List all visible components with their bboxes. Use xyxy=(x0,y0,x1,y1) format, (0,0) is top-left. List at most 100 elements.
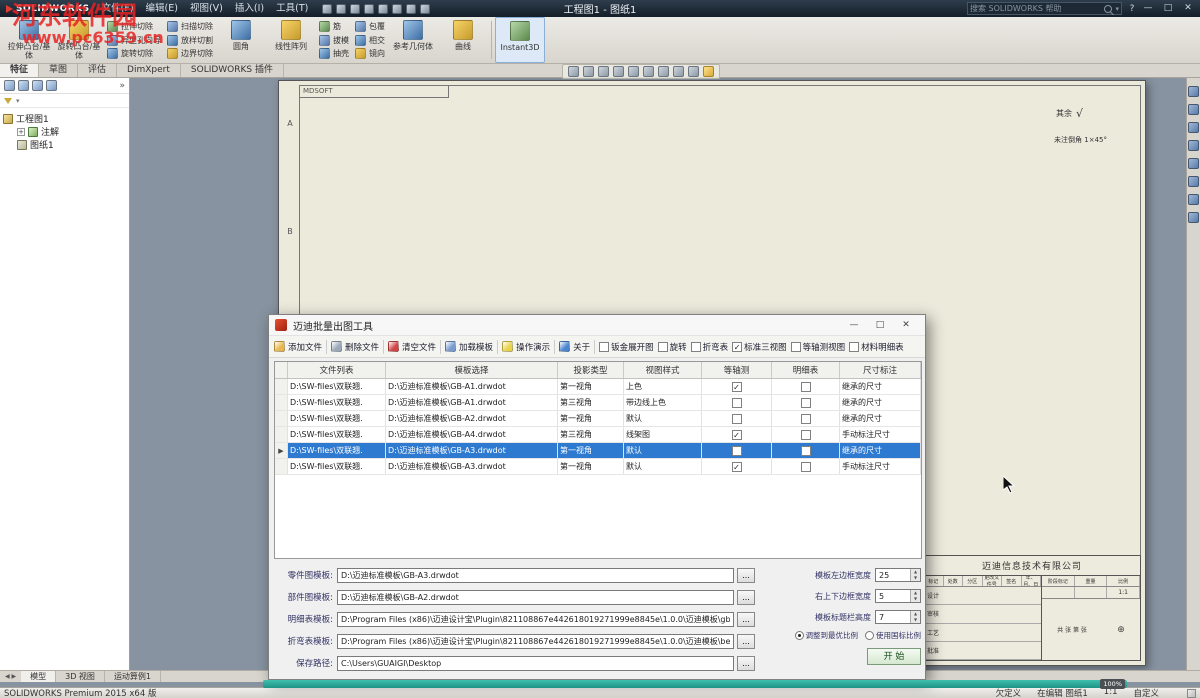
checkbox-icon[interactable] xyxy=(801,382,811,392)
spinner-down-icon[interactable]: ▼ xyxy=(911,575,920,581)
spinner-down-icon[interactable]: ▼ xyxy=(911,617,920,623)
revolve-boss-button[interactable]: 旋转凸台/基体 xyxy=(54,17,104,63)
field-input[interactable] xyxy=(337,568,734,583)
checkbox-icon[interactable] xyxy=(801,398,811,408)
undo-icon[interactable] xyxy=(378,4,388,14)
display-style-icon[interactable] xyxy=(673,66,684,77)
checkbox-icon[interactable] xyxy=(801,430,811,440)
dimxpert-manager-tab-icon[interactable] xyxy=(46,80,57,91)
radio-option[interactable]: 使用国标比例 xyxy=(865,630,921,641)
menu-item[interactable]: 工具(T) xyxy=(270,0,314,17)
dialog-title-bar[interactable]: 迈迪批量出图工具 — □ ✕ xyxy=(269,315,925,336)
extrude-cut-button[interactable]: 拉伸切除 xyxy=(107,21,161,32)
spinner-input[interactable]: 7▲▼ xyxy=(875,610,921,624)
browse-button[interactable]: ... xyxy=(737,568,755,583)
menu-item[interactable]: 编辑(E) xyxy=(140,0,184,17)
redo-icon[interactable] xyxy=(392,4,402,14)
checkbox-icon[interactable]: ✓ xyxy=(732,462,742,472)
hole-wizard-button[interactable]: 异型孔向导 xyxy=(107,35,161,46)
boundary-cut-button[interactable]: 边界切除 xyxy=(167,48,213,59)
panel-expand-icon[interactable]: » xyxy=(119,81,125,91)
section-view-icon[interactable] xyxy=(643,66,654,77)
zoom-fit-icon[interactable] xyxy=(568,66,579,77)
close-button[interactable]: ✕ xyxy=(1178,0,1198,17)
checkbox-icon[interactable] xyxy=(732,414,742,424)
reference-geometry-button[interactable]: 参考几何体 xyxy=(388,17,438,63)
curves-button[interactable]: 曲线 xyxy=(438,17,488,63)
document-tab[interactable]: 运动算例1 xyxy=(105,671,161,682)
table-row[interactable]: D:\SW-files\双联翘.D:\迈迪标准模板\GB-A2.drwdot第一… xyxy=(275,411,921,427)
dialog-close-button[interactable]: ✕ xyxy=(893,315,919,335)
shell-button[interactable]: 抽壳 xyxy=(319,48,349,59)
field-input[interactable] xyxy=(337,634,734,649)
document-tab[interactable]: 3D 视图 xyxy=(56,671,105,682)
about-button[interactable]: 关于 xyxy=(557,341,592,353)
fillet-button[interactable]: 圆角 xyxy=(216,17,266,63)
help-icon[interactable]: ? xyxy=(1126,4,1138,14)
search-icon[interactable] xyxy=(1104,5,1112,13)
save-icon[interactable] xyxy=(350,4,360,14)
tree-root[interactable]: 工程图1 xyxy=(3,112,126,125)
load-template-button[interactable]: 加载模板 xyxy=(443,341,495,353)
view-orientation-icon[interactable] xyxy=(658,66,669,77)
extrude-boss-button[interactable]: 拉伸凸台/基体 xyxy=(4,17,54,63)
chevron-down-icon[interactable]: ▾ xyxy=(1115,5,1119,13)
command-tab[interactable]: 评估 xyxy=(78,64,117,77)
dialog-option[interactable]: ✓标准三视图 xyxy=(730,341,789,353)
dialog-minimize-button[interactable]: — xyxy=(841,315,867,335)
file-explorer-icon[interactable] xyxy=(1188,122,1199,133)
minimize-button[interactable]: — xyxy=(1138,0,1158,17)
dialog-option[interactable]: 等轴测视图 xyxy=(789,341,848,353)
dialog-option[interactable]: 旋转 xyxy=(656,341,689,353)
checkbox-icon[interactable] xyxy=(732,398,742,408)
menu-item[interactable]: 视图(V) xyxy=(184,0,229,17)
tree-item[interactable]: +注解 xyxy=(17,125,126,138)
document-tab[interactable]: 模型 xyxy=(21,671,56,682)
table-row[interactable]: D:\SW-files\双联翘.D:\迈迪标准模板\GB-A3.drwdot第一… xyxy=(275,459,921,475)
status-grid-icon[interactable] xyxy=(1187,689,1196,698)
checkbox-icon[interactable] xyxy=(801,414,811,424)
browse-button[interactable]: ... xyxy=(737,612,755,627)
clear-files-button[interactable]: 清空文件 xyxy=(386,341,438,353)
rebuild-icon[interactable] xyxy=(406,4,416,14)
checkbox-icon[interactable]: ✓ xyxy=(732,382,742,392)
checkbox-icon[interactable]: ✓ xyxy=(732,430,742,440)
spinner-input[interactable]: 5▲▼ xyxy=(875,589,921,603)
new-file-icon[interactable] xyxy=(322,4,332,14)
table-row[interactable]: ▶D:\SW-files\双联翘.D:\迈迪标准模板\GB-A3.drwdot第… xyxy=(275,443,921,459)
design-library-icon[interactable] xyxy=(1188,104,1199,115)
maximize-button[interactable]: □ xyxy=(1158,0,1178,17)
spinner-down-icon[interactable]: ▼ xyxy=(911,596,920,602)
options-gear-icon[interactable] xyxy=(420,4,430,14)
spinner-input[interactable]: 25▲▼ xyxy=(875,568,921,582)
add-file-button[interactable]: 添加文件 xyxy=(272,341,324,353)
command-tab[interactable]: DimXpert xyxy=(117,64,181,77)
open-file-icon[interactable] xyxy=(336,4,346,14)
checkbox-icon[interactable] xyxy=(801,462,811,472)
previous-view-icon[interactable] xyxy=(628,66,639,77)
rib-button[interactable]: 筋 xyxy=(319,21,349,32)
dialog-option[interactable]: 材料明细表 xyxy=(847,341,906,353)
command-tab[interactable]: 草图 xyxy=(39,64,78,77)
field-input[interactable] xyxy=(337,590,734,605)
dialog-maximize-button[interactable]: □ xyxy=(867,315,893,335)
checkbox-icon[interactable] xyxy=(732,446,742,456)
search-box[interactable]: ▾ xyxy=(967,2,1122,15)
lofted-cut-button[interactable]: 放样切割 xyxy=(167,35,213,46)
draft-button[interactable]: 拔模 xyxy=(319,35,349,46)
field-input[interactable] xyxy=(337,612,734,627)
expand-icon[interactable]: + xyxy=(17,128,25,136)
custom-properties-icon[interactable] xyxy=(1188,176,1199,187)
linear-pattern-button[interactable]: 线性阵列 xyxy=(266,17,316,63)
forum-icon[interactable] xyxy=(1188,194,1199,205)
start-button[interactable]: 开 始 xyxy=(867,648,921,665)
browse-button[interactable]: ... xyxy=(737,590,755,605)
command-tab[interactable]: SOLIDWORKS 插件 xyxy=(181,64,284,77)
hide-items-icon[interactable] xyxy=(688,66,699,77)
tab-scroll-icons[interactable]: ◀ ▶ xyxy=(0,673,21,680)
radio-option[interactable]: 调整到最优比例 xyxy=(795,630,859,641)
rotate-view-icon[interactable] xyxy=(613,66,624,77)
appearances-icon[interactable] xyxy=(1188,158,1199,169)
menu-item[interactable]: 插入(I) xyxy=(229,0,270,17)
delete-file-button[interactable]: 删除文件 xyxy=(329,341,381,353)
